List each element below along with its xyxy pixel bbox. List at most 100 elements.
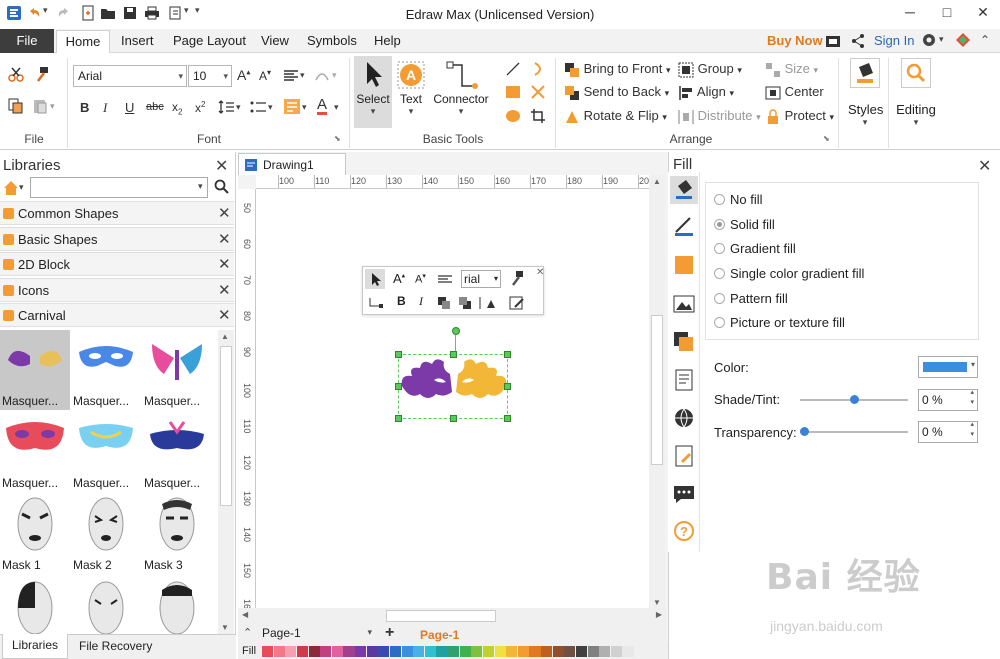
image-properties-icon[interactable]	[672, 292, 696, 316]
float-distribute-icon[interactable]	[479, 296, 499, 310]
editing-dropdown-icon[interactable]: ▾	[896, 117, 936, 128]
connector-tool-button[interactable]: Connector ▾	[430, 60, 492, 128]
palette-swatch[interactable]	[506, 646, 518, 657]
add-page-icon[interactable]: +	[385, 624, 394, 642]
fill-option-pattern-fill[interactable]: Pattern fill	[714, 291, 788, 306]
file-menu[interactable]: File	[0, 29, 54, 53]
palette-swatch[interactable]	[320, 646, 332, 657]
library-category-close-icon[interactable]: ✕	[218, 255, 231, 273]
undo-icon[interactable]	[26, 5, 42, 21]
print-icon[interactable]	[144, 5, 160, 21]
float-increase-font-icon[interactable]: A▴	[393, 271, 405, 286]
select-dropdown-icon[interactable]: ▾	[354, 106, 392, 117]
help-icon[interactable]: ?	[673, 520, 695, 542]
tab-file-recovery[interactable]: File Recovery	[79, 639, 152, 653]
settings-dropdown-icon[interactable]: ▾	[939, 34, 944, 45]
float-send-back-icon[interactable]	[458, 296, 472, 310]
search-icon[interactable]	[214, 179, 230, 195]
italic-icon[interactable]: I	[103, 100, 107, 116]
palette-swatch[interactable]	[424, 646, 436, 657]
palette-swatch[interactable]	[471, 646, 483, 657]
superscript-icon[interactable]: x2	[195, 100, 205, 115]
cross-point-icon[interactable]	[530, 84, 546, 100]
palette-swatch[interactable]	[331, 646, 343, 657]
distribute-button[interactable]: Distribute ▾	[678, 108, 761, 125]
library-scrollbar[interactable]: ▲ ▼	[218, 330, 234, 634]
fill-panel-close-icon[interactable]: ✕	[978, 156, 991, 176]
align-button[interactable]: Align ▾	[678, 84, 734, 101]
float-font-dropdown-icon[interactable]: ▾	[494, 271, 498, 287]
font-name-combo[interactable]: Arial ▾	[73, 65, 187, 87]
decrease-font-icon[interactable]: A▾	[259, 68, 271, 83]
fill-option-picture-texture[interactable]: Picture or texture fill	[714, 315, 845, 330]
library-category-close-icon[interactable]: ✕	[218, 281, 231, 299]
fill-properties-icon[interactable]	[670, 176, 698, 204]
palette-swatch[interactable]	[413, 646, 425, 657]
collapse-ribbon-icon[interactable]: ⌃	[980, 33, 990, 47]
shape-mask-1[interactable]: Mask 1	[0, 494, 70, 574]
tab-page-layout[interactable]: Page Layout	[173, 29, 246, 53]
canvas-vertical-scrollbar[interactable]: ▲ ▼	[649, 175, 665, 609]
increase-font-icon[interactable]: A▴	[237, 67, 250, 83]
resize-handle[interactable]	[395, 383, 402, 390]
palette-swatch[interactable]	[343, 646, 355, 657]
distribute-dropdown-icon[interactable]: ▾	[756, 112, 761, 122]
ellipse-tool-icon[interactable]	[505, 108, 521, 124]
spinner-arrows-icon[interactable]: ▴ ▾	[970, 388, 974, 408]
float-bring-front-icon[interactable]	[437, 296, 451, 310]
resize-handle[interactable]	[504, 351, 511, 358]
palette-swatch[interactable]	[285, 646, 297, 657]
shape-mask-2[interactable]: Mask 2	[71, 494, 141, 574]
open-folder-icon[interactable]	[100, 5, 116, 21]
library-category-close-icon[interactable]: ✕	[218, 230, 231, 248]
library-category-icons[interactable]: Icons ✕	[0, 278, 234, 302]
transparency-spinner[interactable]: 0 % ▴ ▾	[918, 421, 978, 443]
spinner-arrows-icon[interactable]: ▴ ▾	[970, 420, 974, 440]
radio-pattern-fill[interactable]	[714, 293, 725, 304]
palette-swatch[interactable]	[448, 646, 460, 657]
document-properties-icon[interactable]	[672, 368, 696, 392]
export-dropdown-icon[interactable]: ▾	[184, 5, 192, 21]
editing-button[interactable]: Editing ▾	[896, 58, 936, 138]
format-painter-icon[interactable]	[34, 66, 50, 82]
save-icon[interactable]	[122, 5, 138, 21]
palette-swatch[interactable]	[378, 646, 390, 657]
color-picker[interactable]: ▾	[918, 356, 978, 378]
tab-home[interactable]: Home	[56, 30, 110, 54]
library-category-2d-block[interactable]: 2D Block ✕	[0, 252, 234, 276]
radio-no-fill[interactable]	[714, 194, 725, 205]
align-dropdown-icon[interactable]: ▾	[729, 88, 734, 98]
copy-icon[interactable]	[8, 98, 24, 114]
font-size-combo[interactable]: 10 ▾	[188, 65, 232, 87]
radio-picture-texture[interactable]	[714, 317, 725, 328]
float-bold-icon[interactable]: B	[397, 294, 406, 308]
shade-tint-slider-knob[interactable]	[850, 395, 859, 404]
palette-swatch[interactable]	[494, 646, 506, 657]
layer-properties-icon[interactable]	[672, 330, 696, 354]
crop-tool-icon[interactable]	[530, 108, 546, 124]
shape-masquerade-1[interactable]: Masquer...	[0, 330, 70, 410]
styles-dropdown-icon[interactable]: ▾	[848, 117, 882, 128]
font-name-dropdown-icon[interactable]: ▾	[178, 66, 183, 86]
bullets-dropdown-icon[interactable]: ▾	[268, 102, 273, 113]
protect-dropdown-icon[interactable]: ▾	[829, 112, 834, 122]
float-italic-icon[interactable]: I	[419, 294, 423, 309]
resize-handle[interactable]	[504, 383, 511, 390]
palette-swatch[interactable]	[564, 646, 576, 657]
bullets-icon[interactable]	[250, 100, 266, 114]
strikethrough-icon[interactable]: abc	[146, 101, 164, 113]
page-tab-active[interactable]: Page-1	[420, 628, 459, 642]
float-format-painter-icon[interactable]	[509, 270, 525, 286]
text-align-icon[interactable]	[284, 70, 300, 82]
resize-handle[interactable]	[450, 415, 457, 422]
float-connector-icon[interactable]	[368, 296, 384, 310]
minimize-button[interactable]: ─	[900, 4, 920, 22]
palette-swatch[interactable]	[529, 646, 541, 657]
size-button[interactable]: Size ▾	[765, 61, 818, 78]
palette-swatch[interactable]	[273, 646, 285, 657]
shape-mask-3[interactable]: Mask 3	[142, 494, 212, 574]
shape-masquerade-5[interactable]: Masquer...	[71, 412, 141, 492]
new-document-icon[interactable]	[80, 5, 96, 21]
paste-icon[interactable]	[32, 98, 48, 114]
palette-swatch[interactable]	[599, 646, 611, 657]
